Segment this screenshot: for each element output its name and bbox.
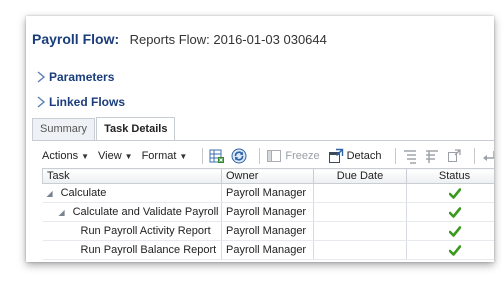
view-menu[interactable]: View ▼	[98, 150, 133, 162]
tab-task-details[interactable]: Task Details	[96, 117, 176, 141]
table-row[interactable]: Run Payroll Activity Report Payroll Mana…	[42, 221, 494, 241]
due-date-cell	[313, 240, 407, 260]
format-menu[interactable]: Format ▼	[142, 150, 188, 162]
detach-button[interactable]: Detach	[328, 148, 382, 164]
toolbar-separator	[202, 148, 204, 164]
completed-check-icon	[448, 187, 461, 199]
due-date-cell	[313, 202, 407, 222]
expanded-node-icon[interactable]: ◢	[47, 189, 55, 198]
task-name: Calculate and Validate Payroll	[72, 206, 219, 218]
column-header-status[interactable]: Status	[406, 168, 494, 184]
task-details-table: Task Owner Due Date Status ◢ Calculate P…	[42, 168, 494, 260]
wrap-button[interactable]: W	[481, 148, 494, 164]
status-cell	[406, 183, 494, 203]
task-cell: Run Payroll Balance Report	[42, 240, 222, 260]
completed-check-icon	[448, 206, 461, 218]
toolbar-separator	[395, 148, 397, 164]
status-cell	[406, 240, 494, 260]
expand-all-icon[interactable]	[402, 148, 418, 164]
refresh-icon[interactable]	[231, 148, 247, 164]
tab-divider	[32, 140, 494, 141]
column-header-due-date[interactable]: Due Date	[313, 168, 407, 184]
owner-cell: Payroll Manager	[221, 221, 314, 241]
due-date-cell	[313, 221, 407, 241]
completed-check-icon	[448, 225, 461, 237]
format-menu-label: Format	[141, 150, 177, 162]
status-cell	[406, 221, 494, 241]
owner-cell: Payroll Manager	[221, 240, 314, 260]
expanded-node-icon[interactable]: ◢	[59, 208, 67, 217]
status-cell	[406, 202, 494, 222]
owner-cell: Payroll Manager	[221, 202, 314, 222]
due-date-cell	[313, 183, 407, 203]
completed-check-icon	[448, 244, 461, 256]
page-title: Payroll Flow: Reports Flow: 2016-01-03 0…	[32, 31, 327, 49]
page-title-label: Payroll Flow:	[32, 31, 120, 47]
chevron-right-icon	[37, 96, 46, 108]
tab-bar: Summary Task Details	[32, 117, 176, 141]
task-name: Calculate	[60, 187, 107, 199]
task-cell: ◢ Calculate	[42, 183, 222, 203]
parameters-label: Parameters	[49, 70, 115, 84]
task-name: Run Payroll Balance Report	[80, 244, 217, 256]
table-row[interactable]: Run Payroll Balance Report Payroll Manag…	[42, 240, 494, 260]
caret-down-icon: ▼	[124, 151, 133, 161]
collapse-all-icon[interactable]	[424, 148, 440, 164]
tab-summary[interactable]: Summary	[32, 118, 96, 140]
table-header-row: Task Owner Due Date Status	[42, 168, 494, 184]
detach-icon	[328, 148, 343, 163]
task-cell: ◢ Calculate and Validate Payroll	[42, 202, 222, 222]
task-cell: Run Payroll Activity Report	[42, 221, 222, 241]
caret-down-icon: ▼	[179, 151, 188, 161]
wrap-arrow-icon	[483, 151, 494, 161]
table-row[interactable]: ◢ Calculate and Validate Payroll Payroll…	[42, 202, 494, 222]
linked-flows-label: Linked Flows	[49, 95, 126, 109]
chevron-right-icon	[37, 71, 46, 83]
actions-menu-label: Actions	[42, 150, 79, 162]
toolbar-separator	[474, 148, 476, 164]
page-title-value: Reports Flow: 2016-01-03 030644	[129, 32, 327, 47]
caret-down-icon: ▼	[81, 151, 89, 161]
linked-flows-section-toggle[interactable]: Linked Flows	[36, 95, 125, 109]
freeze-button[interactable]: Freeze	[266, 148, 320, 164]
export-to-spreadsheet-icon[interactable]	[209, 148, 225, 164]
column-header-task[interactable]: Task	[42, 168, 222, 184]
view-menu-label: View	[98, 150, 122, 162]
payroll-flow-panel: Payroll Flow: Reports Flow: 2016-01-03 0…	[26, 16, 494, 262]
owner-cell: Payroll Manager	[221, 183, 314, 203]
table-toolbar: Actions ▼ View ▼ Format ▼ Freeze Detach	[42, 146, 494, 166]
table-row[interactable]: ◢ Calculate Payroll Manager	[42, 183, 494, 203]
toolbar-separator	[259, 148, 261, 164]
freeze-button-label: Freeze	[285, 150, 320, 162]
actions-menu[interactable]: Actions ▼	[42, 150, 89, 162]
column-header-owner[interactable]: Owner	[221, 168, 314, 184]
detach-button-label: Detach	[346, 150, 382, 162]
task-name: Run Payroll Activity Report	[80, 225, 211, 237]
freeze-columns-icon	[267, 150, 282, 162]
parameters-section-toggle[interactable]: Parameters	[36, 70, 114, 84]
scroll-to-first-icon[interactable]	[446, 148, 462, 164]
